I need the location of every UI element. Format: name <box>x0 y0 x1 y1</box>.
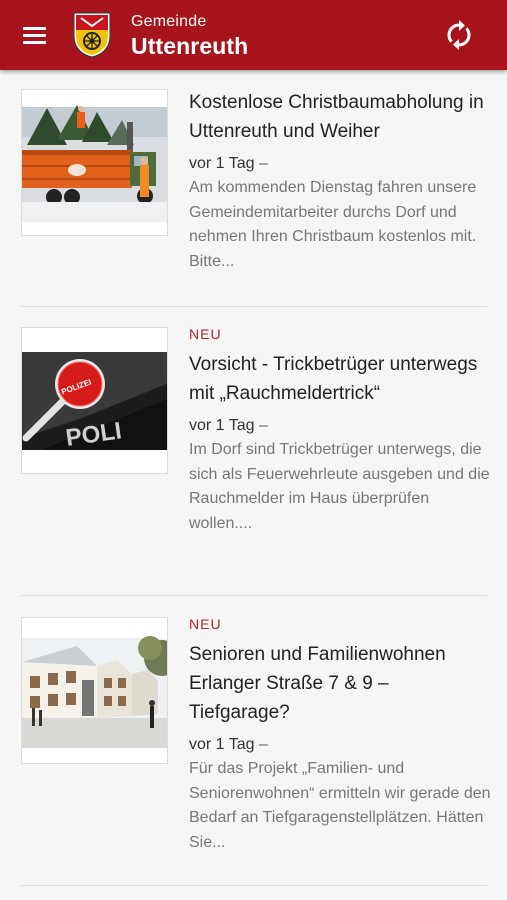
news-item[interactable]: NEU Senioren und Familienwohnen Erlanger… <box>0 616 507 886</box>
news-title[interactable]: Kostenlose Christbaumabholung in Uttenre… <box>189 88 494 146</box>
news-item[interactable]: Kostenlose Christbaumabholung in Uttenre… <box>0 88 507 308</box>
news-excerpt: Im Dorf sind Trickbetrüger unterwegs, di… <box>189 441 490 532</box>
news-title[interactable]: Vorsicht - Trickbetrüger unterwegs mit „… <box>189 350 494 408</box>
municipality-crest-logo <box>73 12 111 58</box>
news-thumbnail <box>21 617 168 764</box>
news-date: vor 1 Tag – <box>189 155 268 172</box>
housing-rendering-image <box>22 636 167 748</box>
app-subtitle: Gemeinde <box>131 13 207 30</box>
news-thumbnail: POLI POLIZEI <box>21 327 168 474</box>
news-date: vor 1 Tag – <box>189 736 268 753</box>
app-title: Uttenreuth <box>131 33 249 59</box>
divider <box>21 885 487 886</box>
news-title[interactable]: Senioren und Familienwohnen Erlanger Str… <box>189 640 494 727</box>
divider <box>21 595 487 596</box>
christmas-tree-truck-image <box>22 105 167 222</box>
hamburger-menu-icon[interactable] <box>20 22 50 48</box>
police-paddle-image: POLI POLIZEI <box>22 352 167 452</box>
sync-icon[interactable] <box>444 20 474 50</box>
news-excerpt: Am kommenden Dienstag fahren unsere Geme… <box>189 179 477 270</box>
news-excerpt: Für das Projekt „Familien- und Seniorenw… <box>189 760 491 851</box>
news-thumbnail <box>21 89 168 236</box>
new-badge: NEU <box>189 616 222 632</box>
new-badge: NEU <box>189 326 222 342</box>
news-item[interactable]: POLI POLIZEI NEU Vorsicht - Trickbetrüge… <box>0 326 507 596</box>
divider <box>21 306 487 307</box>
news-date: vor 1 Tag – <box>189 417 268 434</box>
app-bar: Gemeinde Uttenreuth <box>0 0 507 70</box>
